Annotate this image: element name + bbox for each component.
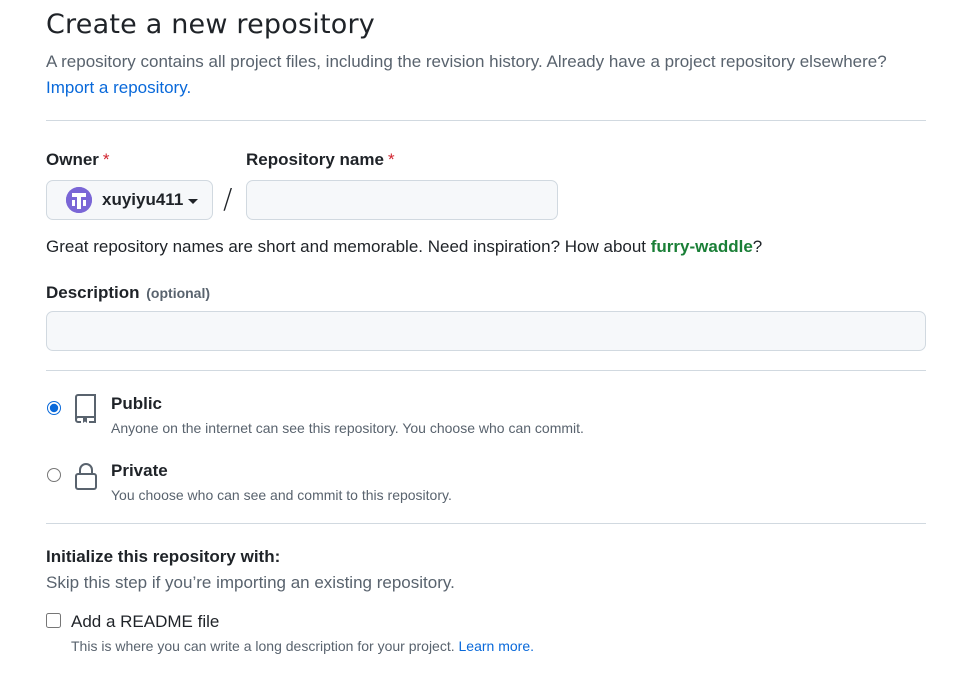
lock-icon [75, 463, 97, 490]
initialize-subtitle: Skip this step if you’re importing an ex… [46, 573, 455, 592]
readme-checkbox[interactable] [46, 613, 61, 628]
readme-description: This is where you can write a long descr… [71, 638, 534, 654]
description-label-text: Description [46, 283, 140, 302]
readme-description-text: This is where you can write a long descr… [71, 638, 455, 654]
hint-text: Great repository names are short and mem… [46, 237, 651, 256]
public-radio[interactable] [47, 401, 61, 415]
owner-name: xuyiyu411 [102, 190, 184, 209]
repo-icon [75, 394, 96, 423]
repository-name-label-text: Repository name [246, 150, 384, 169]
divider [46, 120, 926, 121]
owner-label-text: Owner [46, 150, 99, 169]
private-description: You choose who can see and commit to thi… [111, 487, 452, 503]
owner-dropdown[interactable]: xuyiyu411 [46, 180, 213, 220]
private-title: Private [111, 461, 168, 480]
chevron-down-icon [188, 198, 199, 204]
divider [46, 523, 926, 524]
suggested-name-link[interactable]: furry-waddle [651, 237, 753, 256]
initialize-title: Initialize this repository with: [46, 547, 281, 566]
learn-more-link[interactable]: Learn more. [459, 638, 534, 654]
required-mark: * [387, 150, 395, 169]
avatar [66, 187, 92, 213]
divider [46, 370, 926, 371]
required-mark: * [102, 150, 110, 169]
subtitle-text: A repository contains all project files,… [46, 52, 887, 71]
owner-label: Owner * [46, 150, 110, 170]
optional-tag: (optional) [146, 285, 211, 301]
repository-name-input[interactable] [246, 180, 558, 220]
owner-repo-separator: / [223, 182, 233, 215]
hint-suffix: ? [752, 237, 763, 256]
private-radio[interactable] [47, 468, 61, 482]
description-label: Description (optional) [46, 283, 210, 303]
public-title: Public [111, 394, 163, 413]
page-subtitle: A repository contains all project files,… [46, 49, 926, 101]
readme-label[interactable]: Add a README file [71, 612, 219, 632]
repository-name-hint: Great repository names are short and mem… [46, 237, 762, 257]
page-title: Create a new repository [46, 9, 375, 40]
import-repository-link[interactable]: Import a repository. [46, 78, 191, 97]
avatar-identicon-icon [66, 187, 92, 213]
public-description: Anyone on the internet can see this repo… [111, 420, 584, 436]
description-input[interactable] [46, 311, 926, 351]
repository-name-label: Repository name * [246, 150, 395, 170]
